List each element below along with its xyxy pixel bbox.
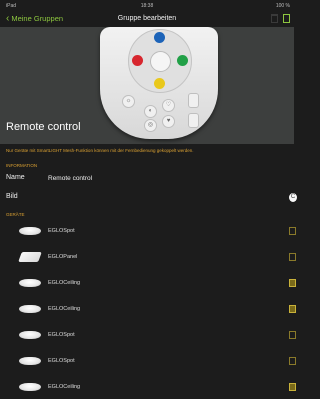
heart-filled-icon: ♥ xyxy=(162,115,175,128)
device-row[interactable]: EGLOCeiling xyxy=(0,273,296,295)
device-checkbox[interactable] xyxy=(289,227,296,235)
name-label: Name xyxy=(6,174,25,181)
device-label: EGLOCeiling xyxy=(48,306,81,312)
heart-icon: ♡ xyxy=(162,99,175,112)
device-checkbox[interactable] xyxy=(289,253,296,261)
lamp-icon xyxy=(19,279,41,287)
device-label: EGLOSpot xyxy=(48,358,75,364)
battery-indicator: 100 % xyxy=(275,3,290,9)
devices-header: GERÄTE xyxy=(6,212,25,217)
device-checkbox[interactable] xyxy=(289,279,296,287)
device-checkbox[interactable] xyxy=(289,331,296,339)
mesh-notice: Nur Geräte mit SmartLIGHT Mesh-Funktion … xyxy=(6,148,194,153)
group-image: ☼ ◐ ♡ ◎ ♥ Remote control xyxy=(0,27,294,144)
color-ring xyxy=(128,29,192,93)
device-label: EGLOCeiling xyxy=(48,280,81,286)
lamp-icon xyxy=(19,383,41,391)
sun-icon: ☼ xyxy=(122,95,135,108)
device-label: EGLOSpot xyxy=(48,332,75,338)
edit-icon[interactable] xyxy=(283,14,290,23)
device-checkbox[interactable] xyxy=(289,357,296,365)
navigation-bar: ‹ Meine Gruppen Gruppe bearbeiten xyxy=(0,11,294,27)
color-wheel-icon: ◎ xyxy=(144,119,157,132)
remote-control-image: ☼ ◐ ♡ ◎ ♥ xyxy=(100,27,218,139)
green-button-graphic xyxy=(177,55,188,66)
device-row[interactable]: EGLOPanel xyxy=(0,247,296,269)
device-row[interactable]: EGLOSpot xyxy=(0,221,296,243)
nav-actions xyxy=(271,14,290,23)
clock: 18:38 xyxy=(140,3,154,9)
name-value[interactable]: Remote control xyxy=(48,175,92,182)
lamp-icon xyxy=(19,227,41,235)
image-picker-icon[interactable]: C xyxy=(289,193,297,202)
panel-lamp-icon xyxy=(18,252,42,262)
power-off-button-graphic xyxy=(188,113,199,128)
name-row[interactable]: Name Remote control xyxy=(6,174,92,182)
device-label: EGLOSpot xyxy=(48,228,75,234)
yellow-button-graphic xyxy=(154,78,165,89)
power-button-graphic xyxy=(188,93,199,108)
center-button-graphic xyxy=(150,51,171,72)
device-row[interactable]: EGLOSpot xyxy=(0,351,296,373)
lamp-icon xyxy=(19,357,41,365)
device-label: EGLOCeiling xyxy=(48,384,81,390)
information-header: INFORMATION xyxy=(6,163,38,168)
device-row[interactable]: EGLOCeiling xyxy=(0,299,296,321)
group-name-overlay: Remote control xyxy=(6,121,81,133)
bild-row[interactable]: Bild xyxy=(6,193,18,200)
device-checkbox[interactable] xyxy=(289,383,296,391)
bild-label: Bild xyxy=(6,193,18,200)
device-checkbox[interactable] xyxy=(289,305,296,313)
lamp-icon xyxy=(19,331,41,339)
device-row[interactable]: EGLOCeiling xyxy=(0,377,296,399)
trash-icon[interactable] xyxy=(271,14,278,23)
brightness-icon: ◐ xyxy=(144,105,157,118)
page-title: Gruppe bearbeiten xyxy=(117,15,177,22)
red-button-graphic xyxy=(132,55,143,66)
device-label: EGLOPanel xyxy=(48,254,78,260)
lamp-icon xyxy=(19,305,41,313)
device-row[interactable]: EGLOSpot xyxy=(0,325,296,347)
blue-button-graphic xyxy=(154,32,165,43)
status-bar: iPad 18:38 100 % xyxy=(0,0,294,11)
